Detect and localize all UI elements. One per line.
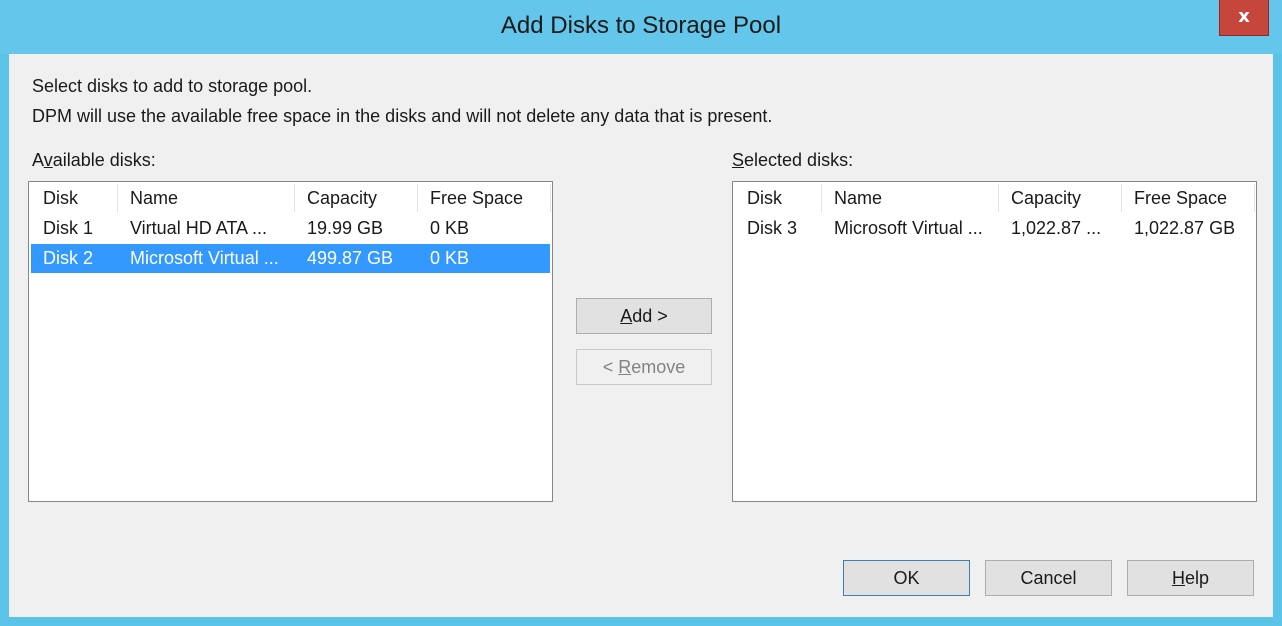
ok-button[interactable]: OK	[843, 560, 970, 596]
close-button[interactable]: x	[1219, 0, 1269, 36]
window-title: Add Disks to Storage Pool	[500, 12, 782, 39]
column-header-name[interactable]: Name	[822, 184, 999, 212]
instruction-line-1: Select disks to add to storage pool.	[32, 76, 313, 96]
cell-free-space: 0 KB	[430, 218, 470, 238]
instruction-line-2: DPM will use the available free space in…	[32, 106, 773, 126]
dialog-window: Add Disks to Storage Pool x Select disks…	[0, 0, 1282, 626]
cell-disk: Disk 1	[43, 218, 94, 238]
selected-list-header: Disk Name Capacity Free Space	[735, 184, 1255, 212]
cell-capacity: 19.99 GB	[307, 218, 384, 238]
remove-button[interactable]: < Remove	[576, 349, 712, 385]
cell-capacity: 499.87 GB	[307, 248, 394, 268]
cell-name: Virtual HD ATA ...	[130, 218, 268, 238]
cell-free-space: 0 KB	[430, 248, 470, 268]
cell-disk: Disk 3	[747, 218, 798, 238]
column-header-capacity[interactable]: Capacity	[295, 184, 418, 212]
available-disks-list[interactable]: Disk Name Capacity Free Space Disk 1 Vir…	[28, 181, 553, 502]
cell-name: Microsoft Virtual ...	[130, 248, 279, 268]
available-disks-label: Available disks:	[32, 150, 156, 170]
selected-disks-list[interactable]: Disk Name Capacity Free Space Disk 3 Mic…	[732, 181, 1257, 502]
column-header-disk[interactable]: Disk	[735, 184, 822, 212]
column-header-name[interactable]: Name	[118, 184, 295, 212]
table-row[interactable]: Disk 3 Microsoft Virtual ... 1,022.87 ..…	[735, 214, 1254, 243]
cell-capacity: 1,022.87 ...	[1011, 218, 1102, 238]
table-row-selected[interactable]: Disk 2 Microsoft Virtual ... 499.87 GB 0…	[31, 244, 550, 273]
table-row[interactable]: Disk 1 Virtual HD ATA ... 19.99 GB 0 KB	[31, 214, 550, 243]
column-header-disk[interactable]: Disk	[31, 184, 118, 212]
cell-disk: Disk 2	[43, 248, 94, 268]
cancel-button[interactable]: Cancel	[985, 560, 1112, 596]
selected-disks-label: Selected disks:	[732, 150, 854, 170]
column-header-free-space[interactable]: Free Space	[418, 184, 551, 212]
dialog-body: Select disks to add to storage pool. DPM…	[9, 54, 1273, 617]
title-bar[interactable]: Add Disks to Storage Pool x	[0, 0, 1282, 54]
column-header-capacity[interactable]: Capacity	[999, 184, 1122, 212]
column-header-free-space[interactable]: Free Space	[1122, 184, 1255, 212]
add-button[interactable]: Add >	[576, 298, 712, 334]
cell-free-space: 1,022.87 GB	[1134, 218, 1236, 238]
cell-name: Microsoft Virtual ...	[834, 218, 983, 238]
available-list-header: Disk Name Capacity Free Space	[31, 184, 551, 212]
help-button[interactable]: Help	[1127, 560, 1254, 596]
